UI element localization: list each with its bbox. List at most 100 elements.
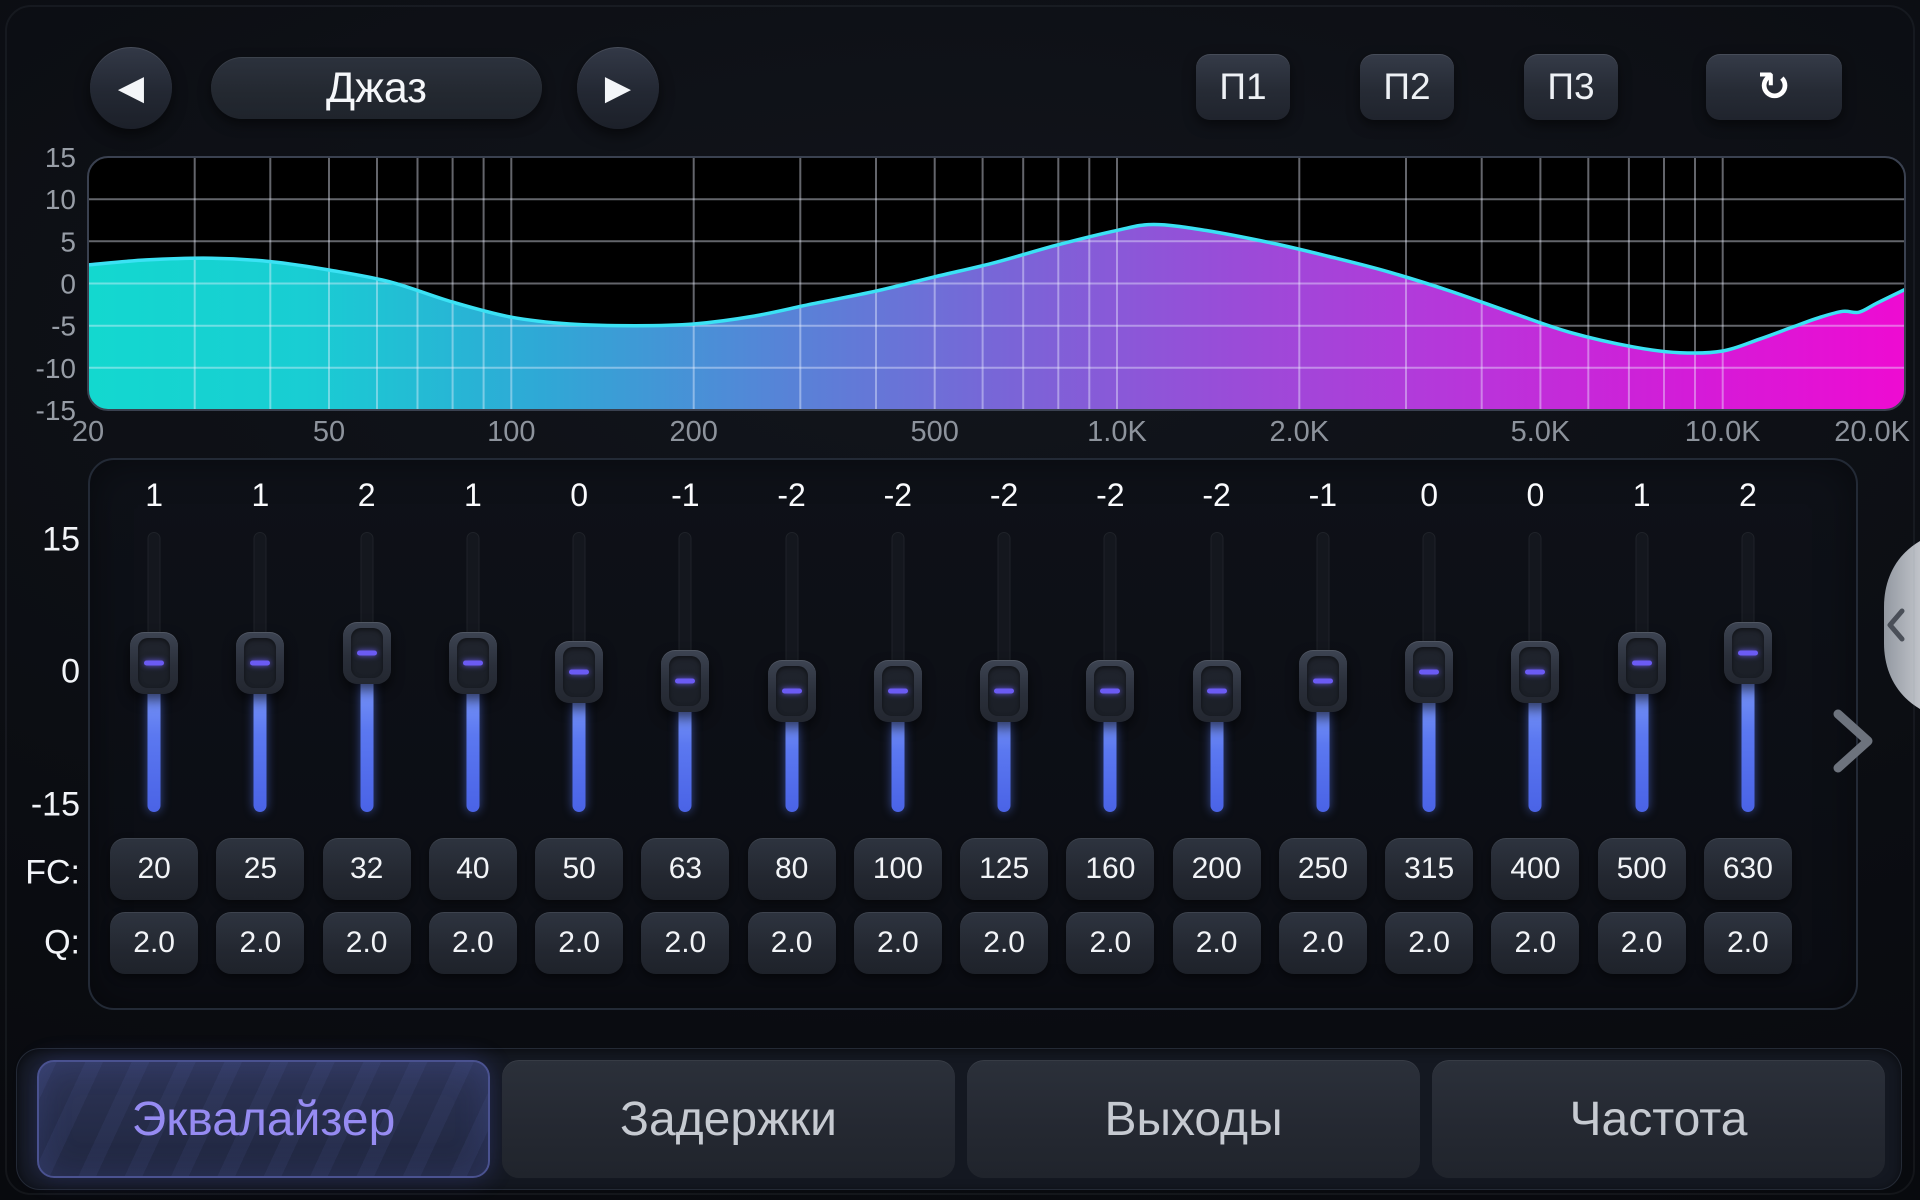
- band-gain-slider[interactable]: [449, 532, 497, 812]
- fc-row-label: FC:: [0, 854, 80, 893]
- q-button[interactable]: 2.0: [1066, 912, 1154, 974]
- tab-frequency[interactable]: Частота: [1432, 1060, 1885, 1178]
- slider-thumb-dash-icon: [250, 660, 270, 665]
- q-button[interactable]: 2.0: [960, 912, 1048, 974]
- band-gain-value: 1: [145, 472, 163, 518]
- slider-thumb[interactable]: [980, 660, 1028, 722]
- band-gain-value: -2: [990, 472, 1018, 518]
- band-column-20: 1 20 2.0: [101, 472, 207, 974]
- band-gain-slider[interactable]: [1193, 532, 1241, 812]
- slider-scale-top: 15: [0, 521, 80, 560]
- band-gain-slider[interactable]: [236, 532, 284, 812]
- y-axis-tick-label: 10: [45, 184, 76, 215]
- q-button[interactable]: 2.0: [1704, 912, 1792, 974]
- slider-thumb[interactable]: [555, 641, 603, 703]
- band-gain-slider[interactable]: [1086, 532, 1134, 812]
- fc-button[interactable]: 100: [854, 838, 942, 900]
- slider-thumb[interactable]: [343, 622, 391, 684]
- fc-button[interactable]: 400: [1491, 838, 1579, 900]
- band-gain-value: -2: [1096, 472, 1124, 518]
- q-button[interactable]: 2.0: [1385, 912, 1473, 974]
- slider-thumb-inset: [351, 628, 383, 678]
- fc-button[interactable]: 500: [1598, 838, 1686, 900]
- slider-thumb-dash-icon: [888, 688, 908, 693]
- band-gain-slider[interactable]: [1299, 532, 1347, 812]
- slider-thumb[interactable]: [874, 660, 922, 722]
- band-gain-slider[interactable]: [1405, 532, 1453, 812]
- q-button[interactable]: 2.0: [1279, 912, 1367, 974]
- band-gain-slider[interactable]: [874, 532, 922, 812]
- fc-button[interactable]: 32: [323, 838, 411, 900]
- tab-equalizer[interactable]: Эквалайзер: [37, 1060, 490, 1178]
- q-button[interactable]: 2.0: [854, 912, 942, 974]
- next-bands-page-button[interactable]: [1830, 708, 1880, 774]
- slider-thumb-dash-icon: [782, 688, 802, 693]
- q-button[interactable]: 2.0: [535, 912, 623, 974]
- band-gain-slider[interactable]: [343, 532, 391, 812]
- band-gain-value: 1: [464, 472, 482, 518]
- fc-button[interactable]: 200: [1173, 838, 1261, 900]
- slider-thumb[interactable]: [449, 632, 497, 694]
- q-button[interactable]: 2.0: [429, 912, 517, 974]
- fc-button[interactable]: 630: [1704, 838, 1792, 900]
- band-gain-value: 1: [1633, 472, 1651, 518]
- q-button[interactable]: 2.0: [110, 912, 198, 974]
- band-gain-slider[interactable]: [980, 532, 1028, 812]
- q-button[interactable]: 2.0: [216, 912, 304, 974]
- slider-thumb[interactable]: [1086, 660, 1134, 722]
- fc-button[interactable]: 63: [641, 838, 729, 900]
- fc-button[interactable]: 50: [535, 838, 623, 900]
- band-gain-slider[interactable]: [1511, 532, 1559, 812]
- slider-thumb-dash-icon: [357, 651, 377, 656]
- side-drawer-handle[interactable]: [1858, 535, 1920, 715]
- band-gain-value: -2: [1202, 472, 1230, 518]
- band-gain-value: -2: [884, 472, 912, 518]
- slider-thumb[interactable]: [1405, 641, 1453, 703]
- fc-button[interactable]: 20: [110, 838, 198, 900]
- slider-thumb-inset: [1094, 666, 1126, 716]
- slider-thumb-inset: [244, 638, 276, 688]
- slider-thumb[interactable]: [1618, 632, 1666, 694]
- fc-button[interactable]: 40: [429, 838, 517, 900]
- band-gain-slider[interactable]: [1618, 532, 1666, 812]
- q-button[interactable]: 2.0: [641, 912, 729, 974]
- slider-thumb[interactable]: [130, 632, 178, 694]
- slider-thumb[interactable]: [661, 650, 709, 712]
- band-gain-slider[interactable]: [768, 532, 816, 812]
- slider-active-fill: [360, 663, 373, 812]
- q-button[interactable]: 2.0: [1173, 912, 1261, 974]
- tab-outputs[interactable]: Выходы: [967, 1060, 1420, 1178]
- band-gain-slider[interactable]: [130, 532, 178, 812]
- slider-thumb[interactable]: [236, 632, 284, 694]
- band-gain-value: 0: [1420, 472, 1438, 518]
- q-button[interactable]: 2.0: [323, 912, 411, 974]
- tab-delays[interactable]: Задержки: [502, 1060, 955, 1178]
- slider-thumb-inset: [776, 666, 808, 716]
- slider-active-fill: [1741, 663, 1754, 812]
- fc-button[interactable]: 25: [216, 838, 304, 900]
- slider-thumb-inset: [669, 656, 701, 706]
- y-axis-tick-label: -15: [36, 395, 76, 426]
- slider-thumb[interactable]: [768, 660, 816, 722]
- band-column-400: 04002.0: [1482, 472, 1588, 974]
- slider-thumb[interactable]: [1299, 650, 1347, 712]
- slider-thumb[interactable]: [1724, 622, 1772, 684]
- slider-thumb[interactable]: [1511, 641, 1559, 703]
- band-gain-value: 2: [1739, 472, 1757, 518]
- y-axis-tick-label: 5: [60, 226, 76, 257]
- slider-thumb[interactable]: [1193, 660, 1241, 722]
- x-axis-tick-label: 500: [911, 416, 959, 448]
- band-gain-slider[interactable]: [555, 532, 603, 812]
- x-axis-tick-label: 1.0K: [1087, 416, 1147, 448]
- fc-button[interactable]: 80: [748, 838, 836, 900]
- q-button[interactable]: 2.0: [1598, 912, 1686, 974]
- y-axis-tick-label: 15: [45, 142, 76, 173]
- fc-button[interactable]: 160: [1066, 838, 1154, 900]
- band-gain-slider[interactable]: [1724, 532, 1772, 812]
- fc-button[interactable]: 315: [1385, 838, 1473, 900]
- fc-button[interactable]: 125: [960, 838, 1048, 900]
- fc-button[interactable]: 250: [1279, 838, 1367, 900]
- q-button[interactable]: 2.0: [748, 912, 836, 974]
- band-gain-slider[interactable]: [661, 532, 709, 812]
- q-button[interactable]: 2.0: [1491, 912, 1579, 974]
